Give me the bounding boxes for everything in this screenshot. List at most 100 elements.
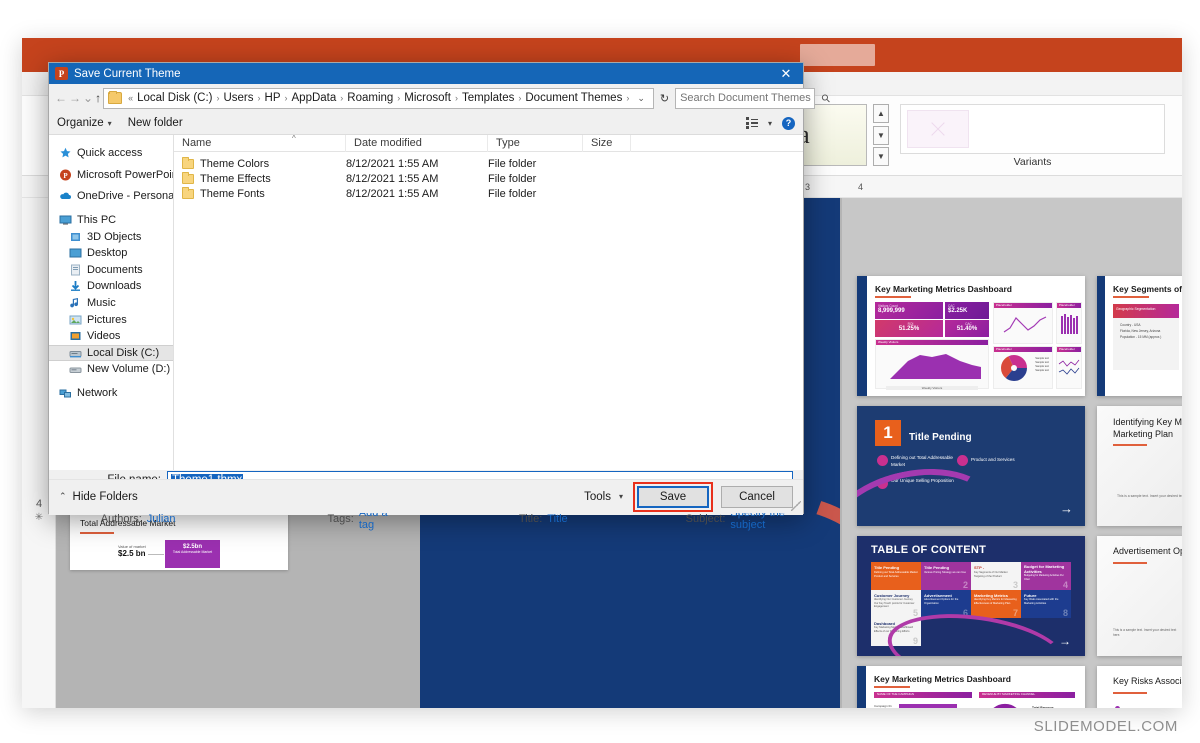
column-header-size[interactable]: Size (583, 134, 631, 152)
new-folder-button[interactable]: New folder (128, 117, 183, 129)
breadcrumb-item[interactable]: Local Disk (C:) (135, 92, 214, 104)
table-row[interactable]: Theme Effects 8/12/2021 1:55 AM File fol… (174, 171, 803, 186)
close-icon[interactable]: ✕ (769, 63, 803, 84)
search-box[interactable]: ⚲ (675, 87, 834, 109)
breadcrumb-item[interactable]: Templates (460, 92, 516, 104)
toc-tile[interactable]: Marketing Metrics Identifying Key Metric… (971, 590, 1021, 618)
sidebar-item-documents[interactable]: Documents (49, 262, 173, 279)
column-header-type[interactable]: Type (488, 134, 583, 152)
gallery-scroll-up[interactable]: ▲ (873, 104, 889, 123)
gallery-scroll-down[interactable]: ▼ (873, 125, 889, 145)
horizontal-bar-chart-svg (899, 704, 957, 708)
breadcrumb-item[interactable]: Users (221, 92, 255, 104)
up-icon[interactable]: ↑ (95, 88, 101, 108)
3d-objects-icon (69, 231, 82, 243)
navigation-sidebar[interactable]: Quick access P Microsoft PowerPoin OneDr… (49, 135, 174, 470)
toc-tile[interactable]: Future Key Risks Associated with the Mar… (1021, 590, 1071, 618)
toc-tile[interactable]: STP - Key Segments of Our Market Targeti… (971, 562, 1021, 590)
back-icon[interactable]: ← (55, 88, 67, 108)
ribbon-search-box[interactable] (800, 44, 875, 66)
breadcrumb-overflow[interactable]: « (126, 93, 135, 103)
file-list-pane[interactable]: ^ Name Date modified Type Size Theme Col… (174, 134, 803, 470)
grid-slide-advertisement-options[interactable]: Advertisement Options This is a sample t… (1097, 536, 1182, 656)
title-underline (1113, 444, 1147, 446)
sidebar-item-quick-access[interactable]: Quick access (49, 145, 173, 162)
slide-note: This is a sample text. Insert your desir… (1113, 628, 1177, 637)
grid-slide-key-segments[interactable]: Key Segments of our Market Geographic Se… (1097, 276, 1182, 396)
grid-slide-table-of-content[interactable]: TABLE OF CONTENT Title Pending Defining … (857, 536, 1085, 656)
toc-item: Various Pricing Strategy we can Use (924, 571, 966, 574)
dialog-main-area: Quick access P Microsoft PowerPoin OneDr… (49, 134, 803, 470)
address-breadcrumb-bar[interactable]: « Local Disk (C:) › Users › HP › AppData… (103, 87, 654, 109)
view-layout-icon[interactable] (746, 117, 758, 129)
refresh-icon[interactable]: ↻ (660, 88, 669, 109)
breadcrumb-item[interactable]: HP (263, 92, 283, 104)
sidebar-item-this-pc[interactable]: This PC (49, 212, 173, 229)
next-arrow-icon: → (1059, 634, 1071, 648)
slide-title-text: Advertisement Options (1113, 546, 1182, 556)
toc-item: Advertisement Options for the Organizati… (924, 598, 959, 605)
sidebar-item-label: OneDrive - Personal (77, 190, 174, 203)
sidebar-item-pictures[interactable]: Pictures (49, 311, 173, 328)
sidebar-item-network[interactable]: Network (49, 385, 173, 402)
save-button[interactable]: Save (637, 485, 709, 508)
table-row[interactable]: Theme Fonts 8/12/2021 1:55 AM File folde… (174, 187, 803, 202)
toc-heading: STP - (974, 565, 985, 570)
grid-slide-metrics-dashboard[interactable]: Key Marketing Metrics Dashboard Visitors… (857, 276, 1085, 396)
sidebar-item-microsoft-powerpoint[interactable]: P Microsoft PowerPoin (49, 167, 173, 184)
help-icon[interactable]: ? (782, 116, 795, 130)
powerpoint-icon: P (59, 169, 72, 181)
theme-gallery-scroll[interactable]: ▲ ▼ ▼ (873, 104, 889, 166)
cancel-button[interactable]: Cancel (721, 485, 793, 508)
recent-locations-icon[interactable]: ⌄ (83, 88, 93, 108)
file-name-text: Theme Fonts (200, 188, 265, 201)
forward-icon[interactable]: → (69, 88, 81, 108)
toc-tile[interactable]: Title Pending Defining out Total Address… (871, 562, 921, 590)
dialog-titlebar[interactable]: P Save Current Theme ✕ (49, 63, 803, 84)
grid-slide-identifying-metrics[interactable]: Identifying Key Metrics for Marketing Pl… (1097, 406, 1182, 526)
sidebar-item-onedrive[interactable]: OneDrive - Personal (49, 188, 173, 205)
sidebar-item-music[interactable]: Music (49, 295, 173, 312)
authors-value[interactable]: Julian (147, 513, 176, 525)
slide-title: Key Marketing Metrics Dashboard (875, 284, 1012, 298)
sidebar-item-3d-objects[interactable]: 3D Objects (49, 228, 173, 245)
search-input[interactable] (680, 92, 823, 104)
toc-tile[interactable]: Budget for Marketing Activities Budgetin… (1021, 562, 1071, 590)
title-value[interactable]: Title (547, 513, 567, 525)
music-icon (69, 297, 82, 309)
breadcrumb-item[interactable]: Document Themes (523, 92, 624, 104)
sidebar-item-label: This PC (77, 214, 117, 227)
sidebar-item-label: Documents (87, 263, 143, 276)
grid-slide-metrics-dashboard-2[interactable]: Key Marketing Metrics Dashboard NAME OF … (857, 666, 1085, 708)
sidebar-item-downloads[interactable]: Downloads (49, 278, 173, 295)
sidebar-item-local-disk-c[interactable]: Local Disk (C:) (49, 344, 173, 362)
sidebar-item-new-volume-d[interactable]: New Volume (D:) (49, 361, 173, 378)
organize-label: Organize (57, 117, 104, 129)
chevron-down-icon[interactable]: ▾ (768, 119, 772, 128)
resize-grip[interactable] (791, 501, 801, 511)
table-row[interactable]: Theme Colors 8/12/2021 1:55 AM File fold… (174, 156, 803, 171)
column-header-name[interactable]: Name (174, 134, 346, 152)
breadcrumb-item[interactable]: Roaming (345, 92, 395, 104)
toc-tile[interactable]: Customer Journey Identifying Our Custome… (871, 590, 921, 618)
toc-tile[interactable]: Title Pending Various Pricing Strategy w… (921, 562, 971, 590)
chevron-down-icon[interactable]: ⌄ (631, 93, 651, 104)
slide-title-text: Key Marketing Metrics Dashboard (875, 284, 1012, 294)
gallery-more-button[interactable]: ▼ (873, 147, 889, 166)
hide-folders-button[interactable]: ⌃ Hide Folders (59, 491, 138, 503)
grid-slide-key-risks[interactable]: Key Risks Associated Low risk Medium ris… (1097, 666, 1182, 708)
sidebar-item-desktop[interactable]: Desktop (49, 245, 173, 262)
sidebar-item-label: Pictures (87, 313, 127, 326)
column-header-date-modified[interactable]: Date modified (346, 134, 488, 152)
breadcrumb-item[interactable]: AppData (290, 92, 339, 104)
tools-button[interactable]: Tools ▾ (584, 491, 625, 503)
breadcrumb-item[interactable]: Microsoft (402, 92, 453, 104)
chart-card-donut: Placeholder Sample text Sample text Samp… (993, 346, 1053, 389)
slide-title-text: Title Pending (909, 432, 972, 443)
variant-thumbnail[interactable] (907, 110, 969, 148)
grid-slide-title-pending[interactable]: 1 Title Pending Defining out Total Addre… (857, 406, 1085, 526)
variants-gallery[interactable]: ▲ ▼ ▼ (900, 104, 1165, 154)
folder-icon (108, 91, 123, 104)
organize-button[interactable]: Organize ▾ (57, 117, 112, 129)
sidebar-item-videos[interactable]: Videos (49, 328, 173, 345)
